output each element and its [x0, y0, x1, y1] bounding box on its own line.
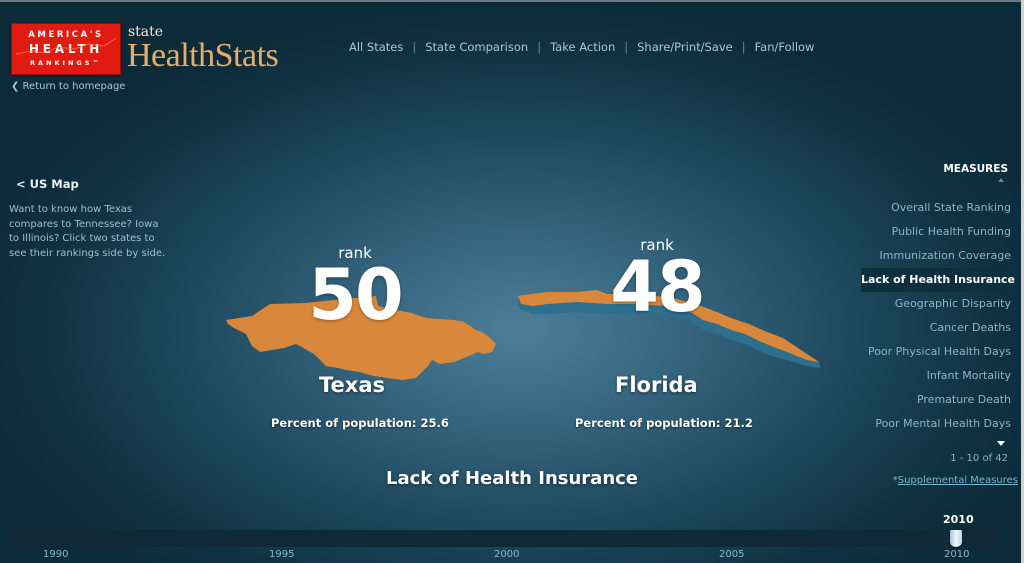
window-border [0, 0, 1021, 2]
state-value-texas: Percent of population: 25.6 [271, 416, 449, 430]
selected-year-label: 2010 [943, 513, 974, 526]
measure-item[interactable]: Immunization Coverage [851, 244, 1011, 268]
help-text: Want to know how Texas compares to Tenne… [9, 204, 166, 259]
measures-header: MEASURES [943, 163, 1008, 175]
nav-take-action[interactable]: Take Action [541, 40, 624, 54]
trend-line-icon [16, 38, 116, 55]
measure-item[interactable]: Geographic Disparity [851, 292, 1011, 316]
nav-fan-follow[interactable]: Fan/Follow [746, 40, 824, 54]
timeline-tick[interactable]: 2000 [494, 549, 519, 560]
state-value-florida: Percent of population: 21.2 [575, 416, 753, 430]
supplemental-measures: *Supplemental Measures [893, 475, 1018, 486]
measure-item[interactable]: Premature Death [851, 388, 1011, 412]
timeline-tick[interactable]: 2005 [719, 549, 744, 560]
rank-value: 50 [308, 254, 403, 336]
measure-item[interactable]: Public Health Funding [851, 220, 1011, 244]
measures-page-count: 1 - 10 of 42 [950, 453, 1008, 464]
state-name-florida: Florida [615, 373, 698, 397]
measure-item[interactable]: Infant Mortality [851, 364, 1011, 388]
return-to-homepage-link[interactable]: ❮ Return to homepage [11, 81, 125, 92]
rank-value: 48 [610, 246, 705, 328]
measure-item[interactable]: Poor Physical Health Days [851, 340, 1011, 364]
timeline-tick[interactable]: 1990 [43, 549, 68, 560]
timeline-tick[interactable]: 1995 [269, 549, 294, 560]
scroll-up-icon[interactable] [998, 178, 1004, 182]
measures-list: Overall State Ranking Public Health Fund… [851, 196, 1015, 436]
us-map-link[interactable]: < US Map [16, 177, 79, 191]
timeline-slider-handle[interactable] [950, 530, 962, 547]
measure-item[interactable]: Overall State Ranking [851, 196, 1011, 220]
timeline-slider-track[interactable] [10, 530, 1001, 547]
brand-title: HealthStats [127, 37, 279, 74]
logo-line-3: RANKINGS™ [30, 59, 102, 67]
nav-share-print-save[interactable]: Share/Print/Save [628, 40, 742, 54]
state-card-florida: rank 48 [592, 236, 722, 328]
nav-all-states[interactable]: All States [340, 40, 412, 54]
timeline-tick[interactable]: 2010 [944, 549, 969, 560]
app-stage: AMERICA'S HEALTH RANKINGS™ state HealthS… [0, 0, 1021, 563]
measure-title: Lack of Health Insurance [386, 468, 639, 489]
measure-item-selected[interactable]: Lack of Health Insurance [861, 268, 1015, 292]
measure-item[interactable]: Poor Mental Health Days [851, 412, 1011, 436]
measure-item[interactable]: Cancer Deaths [851, 316, 1011, 340]
supplemental-measures-link[interactable]: Supplemental Measures [898, 475, 1018, 486]
top-nav: All States | State Comparison | Take Act… [340, 40, 823, 54]
scroll-down-icon[interactable] [997, 441, 1005, 446]
nav-state-comparison[interactable]: State Comparison [416, 40, 537, 54]
americas-health-rankings-logo[interactable]: AMERICA'S HEALTH RANKINGS™ [11, 23, 121, 75]
state-card-texas: rank 50 [290, 244, 420, 336]
